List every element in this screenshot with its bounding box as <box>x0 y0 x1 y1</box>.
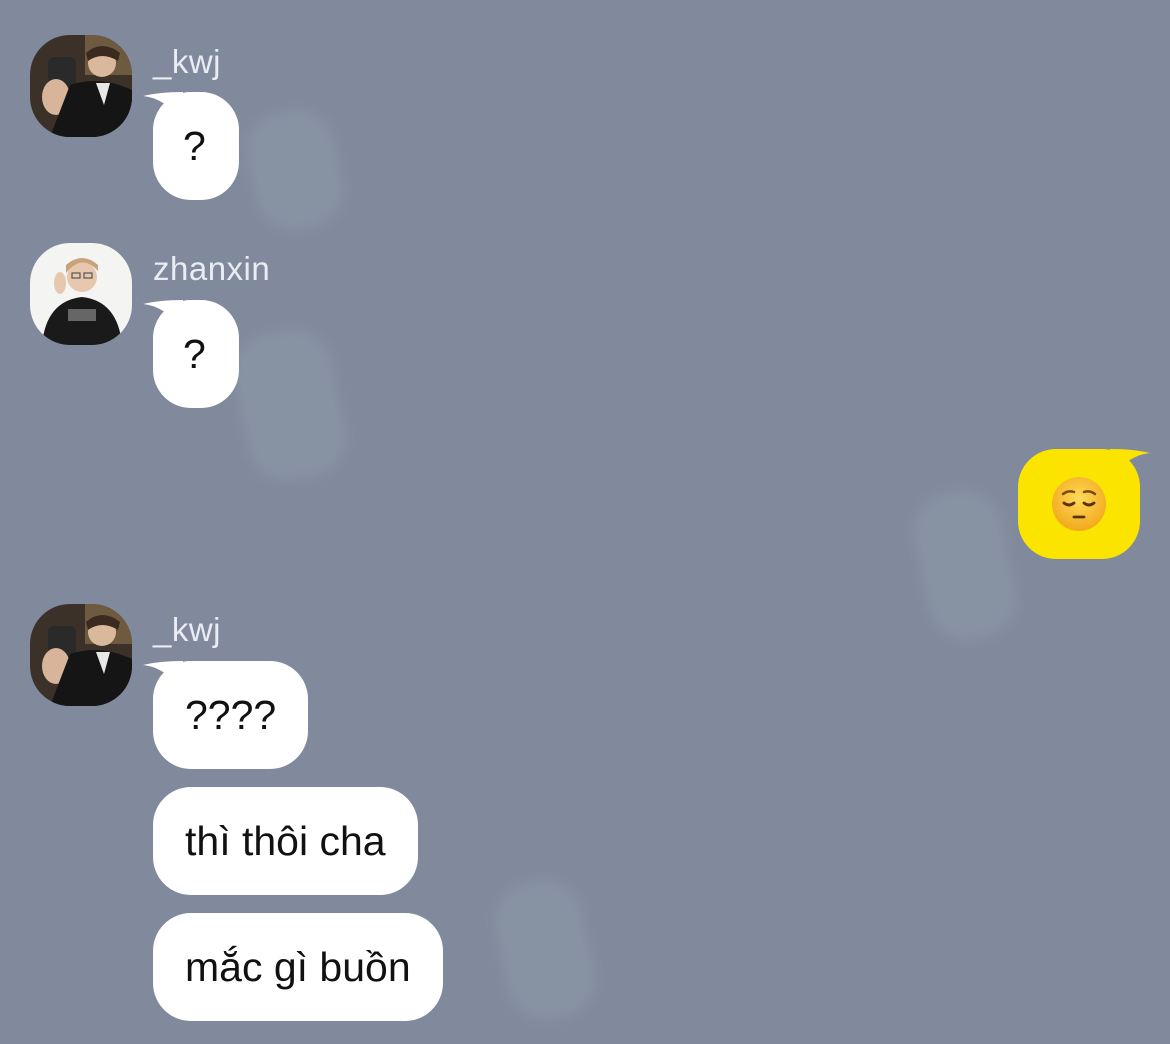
background-shape <box>486 872 604 1028</box>
bubble-tail <box>1110 449 1150 479</box>
message-text: thì thôi cha <box>185 817 386 864</box>
sender-name: zhanxin <box>153 250 271 287</box>
background-shape <box>238 101 352 239</box>
message-text: ? <box>183 122 206 169</box>
message-bubble[interactable]: mắc gì buồn <box>153 913 443 1021</box>
chat-area[interactable]: _kwj ? zhanxin ? _kwj ???? thì thôi cha … <box>0 0 1170 1044</box>
message-bubble[interactable]: thì thôi cha <box>153 787 418 895</box>
message-bubble[interactable]: ? <box>143 92 239 200</box>
avatar-kwj-icon[interactable] <box>30 604 132 706</box>
message-bubble[interactable]: ???? <box>143 661 309 769</box>
background-shape <box>905 482 1025 648</box>
bubble-tail <box>143 92 183 122</box>
background-shape <box>225 321 355 489</box>
avatar-zhanxin-icon[interactable] <box>30 243 132 345</box>
sender-name: _kwj <box>153 611 222 648</box>
bubble-tail <box>143 300 183 330</box>
message-text: ???? <box>185 691 277 738</box>
bubble-tail <box>143 661 183 691</box>
message-bubble[interactable]: ? <box>143 300 239 408</box>
sender-name: _kwj <box>153 43 222 80</box>
message-text: mắc gì buồn <box>185 943 411 990</box>
message-text: ? <box>183 330 206 377</box>
my-message-bubble[interactable] <box>1018 449 1150 559</box>
pensive-face-emoji-icon <box>1052 477 1106 531</box>
avatar-kwj-icon[interactable] <box>30 35 132 137</box>
